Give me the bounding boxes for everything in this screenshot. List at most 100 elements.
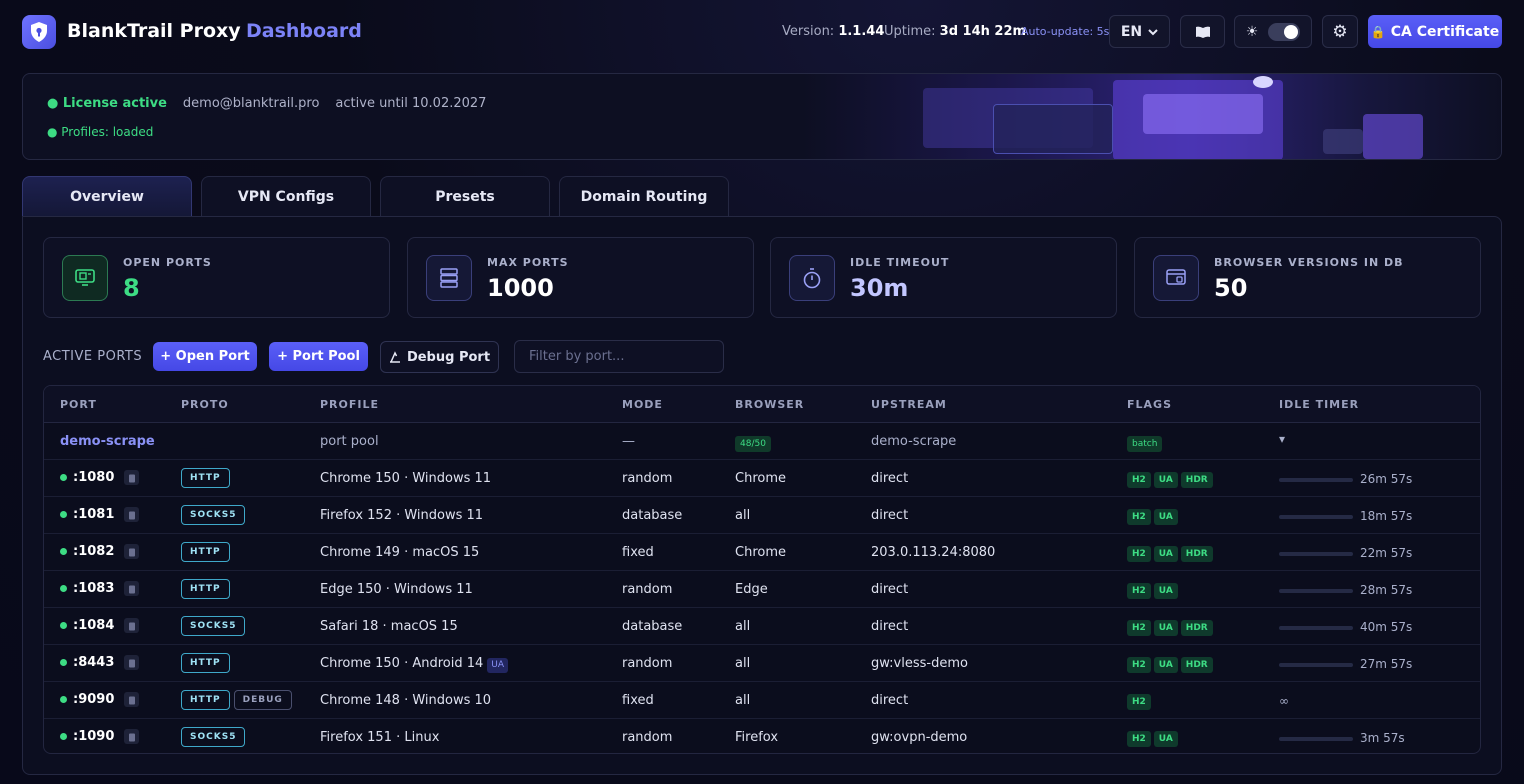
port-number: :1080 — [73, 470, 115, 485]
browser-cell: all — [735, 693, 751, 708]
book-icon — [1195, 26, 1210, 38]
flags-cell: H2 UA HDR — [1127, 619, 1216, 636]
shield-logo-icon — [22, 15, 56, 49]
copy-icon[interactable] — [124, 729, 140, 744]
settings-button[interactable]: ⚙ — [1322, 15, 1358, 48]
copy-icon[interactable] — [124, 581, 140, 596]
stat-idle-timeout: IDLE TIMEOUT 30m — [770, 237, 1117, 318]
open-port-button[interactable]: + Open Port — [153, 342, 257, 371]
protocol-badge: SOCKS5 — [181, 505, 246, 525]
theme-toggle[interactable]: ☀ — [1234, 15, 1312, 48]
upstream-cell: 203.0.113.24:8080 — [871, 545, 996, 560]
tab-presets[interactable]: Presets — [380, 176, 550, 217]
proto-cell: HTTP — [181, 653, 234, 673]
table-row[interactable]: :9090 HTTP DEBUG Chrome 148 · Windows 10 fix… — [44, 682, 1480, 719]
table-row[interactable]: :1080 HTTP Chrome 150 · Windows 11 random Ch… — [44, 460, 1480, 497]
copy-icon[interactable] — [124, 618, 140, 633]
upstream-cell: direct — [871, 693, 909, 708]
status-dot-icon — [60, 548, 67, 555]
proto-cell: SOCKS5 — [181, 505, 249, 525]
profile-cell: Safari 18 · macOS 15 — [320, 619, 458, 634]
language-select[interactable]: EN — [1109, 15, 1170, 48]
copy-icon[interactable] — [124, 692, 140, 707]
protocol-badge: HTTP — [181, 579, 230, 599]
flag-badge: UA — [1153, 657, 1178, 673]
tab-domain-routing[interactable]: Domain Routing — [559, 176, 729, 217]
port-cell: :1083 — [60, 581, 140, 596]
protocol-badge: HTTP — [181, 653, 230, 673]
stopwatch-icon — [789, 255, 835, 301]
port-number: :1084 — [73, 618, 115, 633]
proto-cell: HTTP — [181, 468, 234, 488]
column-header: FLAGS — [1127, 398, 1172, 411]
copy-icon[interactable] — [124, 655, 140, 670]
stat-label: BROWSER VERSIONS IN DB — [1214, 256, 1404, 269]
status-dot-icon — [60, 659, 67, 666]
flag-badge: UA — [1153, 620, 1178, 636]
flag-badge: HDR — [1180, 657, 1213, 673]
flags-cell: H2 UA — [1127, 582, 1181, 599]
profile-cell: Chrome 149 · macOS 15 — [320, 545, 479, 560]
idle-progress-bar — [1279, 551, 1353, 556]
flag-badge: H2 — [1127, 657, 1151, 673]
pool-row[interactable]: demo-scrape port pool — 48/50 demo-scrap… — [44, 423, 1480, 460]
active-ports-label: ACTIVE PORTS — [43, 349, 143, 364]
upstream-cell: direct — [871, 619, 909, 634]
profile-name: Chrome 149 · macOS 15 — [320, 545, 480, 560]
port-number: :1090 — [73, 729, 115, 744]
server-icon — [426, 255, 472, 301]
debug-port-button[interactable]: Debug Port — [380, 341, 499, 373]
pool-mode: — — [622, 434, 635, 449]
copy-icon[interactable] — [124, 507, 140, 522]
copy-icon[interactable] — [124, 544, 140, 559]
flag-badge: HDR — [1180, 620, 1213, 636]
tab-vpn-configs[interactable]: VPN Configs — [201, 176, 371, 217]
table-row[interactable]: :1083 HTTP Edge 150 · Windows 11 random Edge… — [44, 571, 1480, 608]
column-header: PORT — [60, 398, 97, 411]
profile-cell: Chrome 148 · Windows 10 — [320, 693, 491, 708]
profile-cell: Firefox 152 · Windows 11 — [320, 508, 483, 523]
uptime-info: Uptime: 3d 14h 22m — [884, 24, 1026, 39]
copy-icon[interactable] — [124, 470, 140, 485]
browser-cell: Chrome — [735, 545, 786, 560]
port-pool-button[interactable]: + Port Pool — [269, 342, 368, 371]
column-header: MODE — [622, 398, 663, 411]
flag-badge: UA — [1153, 546, 1178, 562]
table-row[interactable]: :1081 SOCKS5 Firefox 152 · Windows 11 datab… — [44, 497, 1480, 534]
mode-cell: database — [622, 619, 683, 634]
port-filter-input[interactable] — [514, 340, 724, 373]
version-info: Version: 1.1.44 — [782, 24, 884, 39]
table-row[interactable]: :1090 SOCKS5 Firefox 151 · Linux random Fire… — [44, 719, 1480, 753]
upstream-cell: gw:ovpn-demo — [871, 730, 968, 745]
idle-timer-cell: 3m 57s — [1279, 731, 1405, 745]
port-number: :1081 — [73, 507, 115, 522]
idle-timer-value: 22m 57s — [1360, 546, 1413, 560]
idle-timer-cell: 27m 57s — [1279, 657, 1412, 671]
flag-badge: H2 — [1127, 694, 1151, 710]
uptime-value: 3d 14h 22m — [939, 24, 1027, 39]
table-row[interactable]: :1082 HTTP Chrome 149 · macOS 15 fixed Chrom… — [44, 534, 1480, 571]
status-dot-icon — [60, 622, 67, 629]
status-dot-icon — [60, 733, 67, 740]
toggle-switch[interactable] — [1268, 22, 1301, 41]
debug-icon — [389, 351, 400, 363]
mode-cell: random — [622, 582, 673, 597]
browser-cell: all — [735, 508, 751, 523]
flag-badge: UA — [1153, 731, 1178, 747]
lock-icon: 🔒 — [1370, 24, 1386, 39]
port-cell: :1080 — [60, 470, 140, 485]
table-row[interactable]: :1084 SOCKS5 Safari 18 · macOS 15 database a… — [44, 608, 1480, 645]
pool-name[interactable]: demo-scrape — [60, 434, 155, 449]
table-row[interactable]: :8443 HTTP Chrome 150 · Android 14 UA random… — [44, 645, 1480, 682]
docs-button[interactable] — [1180, 15, 1225, 48]
gear-icon: ⚙ — [1332, 21, 1348, 42]
profile-name: Firefox 152 · Windows 11 — [320, 508, 484, 523]
ca-certificate-button[interactable]: 🔒 CA Certificate — [1368, 15, 1502, 48]
stat-label: MAX PORTS — [487, 256, 569, 269]
protocol-badge: SOCKS5 — [181, 727, 246, 747]
stat-value: 8 — [123, 274, 140, 302]
expand-toggle[interactable]: ▾ — [1279, 432, 1285, 446]
tab-overview[interactable]: Overview — [22, 176, 192, 217]
profile-cell: Firefox 151 · Linux — [320, 730, 439, 745]
mode-cell: database — [622, 508, 683, 523]
